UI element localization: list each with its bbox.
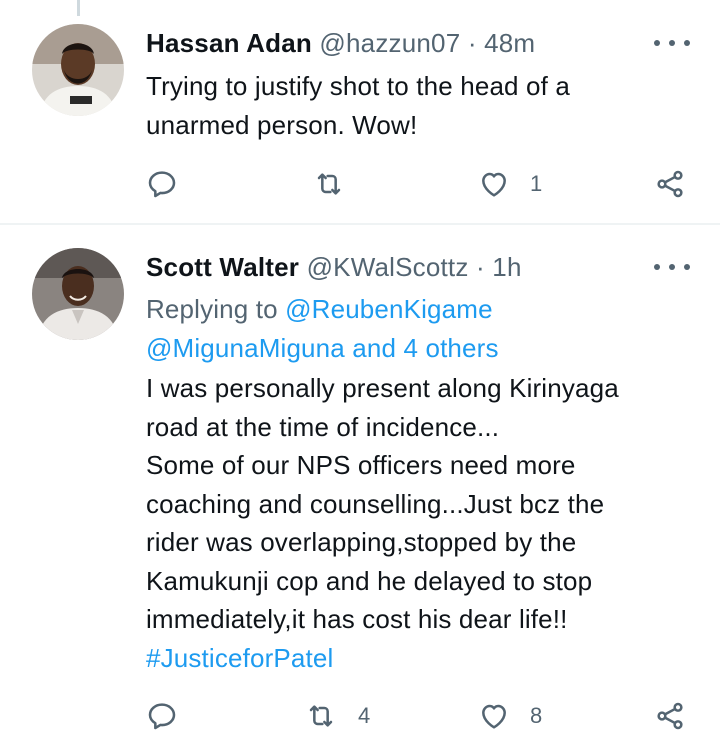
author-handle[interactable]: @hazzun07 <box>319 28 460 58</box>
retweet-button[interactable] <box>312 168 366 200</box>
replying-to-prefix: Replying to <box>146 294 286 324</box>
separator-dot: · <box>467 28 477 58</box>
tweet-text-line: Kamukunji cop and he delayed to stop <box>146 565 593 596</box>
tweet-header: Hassan Adan @hazzun07 · 48m <box>146 28 600 59</box>
like-count: 8 <box>530 703 543 728</box>
more-icon[interactable] <box>654 35 690 51</box>
share-icon <box>657 702 683 730</box>
avatar[interactable] <box>32 248 124 340</box>
share-button[interactable] <box>654 168 686 200</box>
retweet-icon <box>317 173 341 195</box>
retweet-icon <box>309 705 333 727</box>
retweet-count: 4 <box>358 703 371 728</box>
reply-button[interactable] <box>146 168 198 200</box>
tweet-text-line: coaching and counselling...Just bcz the <box>146 488 605 519</box>
tweet-text-line: Some of our NPS officers need more <box>146 450 576 480</box>
heart-icon <box>482 172 506 197</box>
author-handle[interactable]: @KWalScottz <box>307 252 469 282</box>
tweet-text-line: road at the time of incidence... <box>146 411 500 442</box>
share-icon <box>657 170 683 198</box>
avatar[interactable] <box>32 24 124 116</box>
share-button[interactable] <box>654 700 686 732</box>
author-name[interactable]: Scott Walter <box>146 252 299 282</box>
tweet-text: Trying to justify shot to the head of a … <box>146 67 680 144</box>
tweet-text-line: rider was overlapping,stopped by the <box>146 527 577 557</box>
replying-to-line: Replying to @ReubenKigame <box>146 290 680 329</box>
like-count: 1 <box>530 171 543 196</box>
reply-icon <box>148 703 176 730</box>
tweet-divider <box>0 223 720 225</box>
tweet-text-line: immediately,it has cost his dear life!! <box>146 604 568 634</box>
tweet-card[interactable]: Scott Walter @KWalScottz · 1h Replying t… <box>0 226 720 730</box>
reply-icon <box>148 171 176 198</box>
timestamp[interactable]: 48m <box>484 28 535 58</box>
tweet-header: Scott Walter @KWalScottz · 1h <box>146 252 600 283</box>
tweet-text-line: Trying to justify shot to the head of a <box>146 71 571 101</box>
like-button[interactable]: 1 <box>478 168 542 200</box>
tweet-card[interactable]: Hassan Adan @hazzun07 · 48m Trying to ju… <box>0 0 720 224</box>
tweet-text-line: unarmed person. Wow! <box>146 109 418 140</box>
reply-button[interactable] <box>146 700 198 732</box>
like-button[interactable]: 8 <box>478 700 542 732</box>
retweet-button[interactable]: 4 <box>304 700 370 732</box>
action-bar: 1 <box>146 164 686 204</box>
mention-others-link[interactable]: @MigunaMiguna and 4 others <box>146 329 680 368</box>
heart-icon <box>482 704 506 729</box>
tweet-text-line: I was personally present along Kirinyaga <box>146 373 619 403</box>
author-name[interactable]: Hassan Adan <box>146 28 312 58</box>
mention-link[interactable]: @ReubenKigame <box>285 294 493 324</box>
separator-dot: · <box>476 252 485 282</box>
replying-to: Replying to @ReubenKigame @MigunaMiguna … <box>146 290 680 367</box>
more-icon[interactable] <box>654 259 690 275</box>
hashtag-link[interactable]: #JusticeforPatel <box>146 639 680 678</box>
tweet-text: I was personally present along Kirinyaga… <box>146 369 680 677</box>
action-bar: 4 8 <box>146 696 686 736</box>
timestamp[interactable]: 1h <box>492 252 521 282</box>
